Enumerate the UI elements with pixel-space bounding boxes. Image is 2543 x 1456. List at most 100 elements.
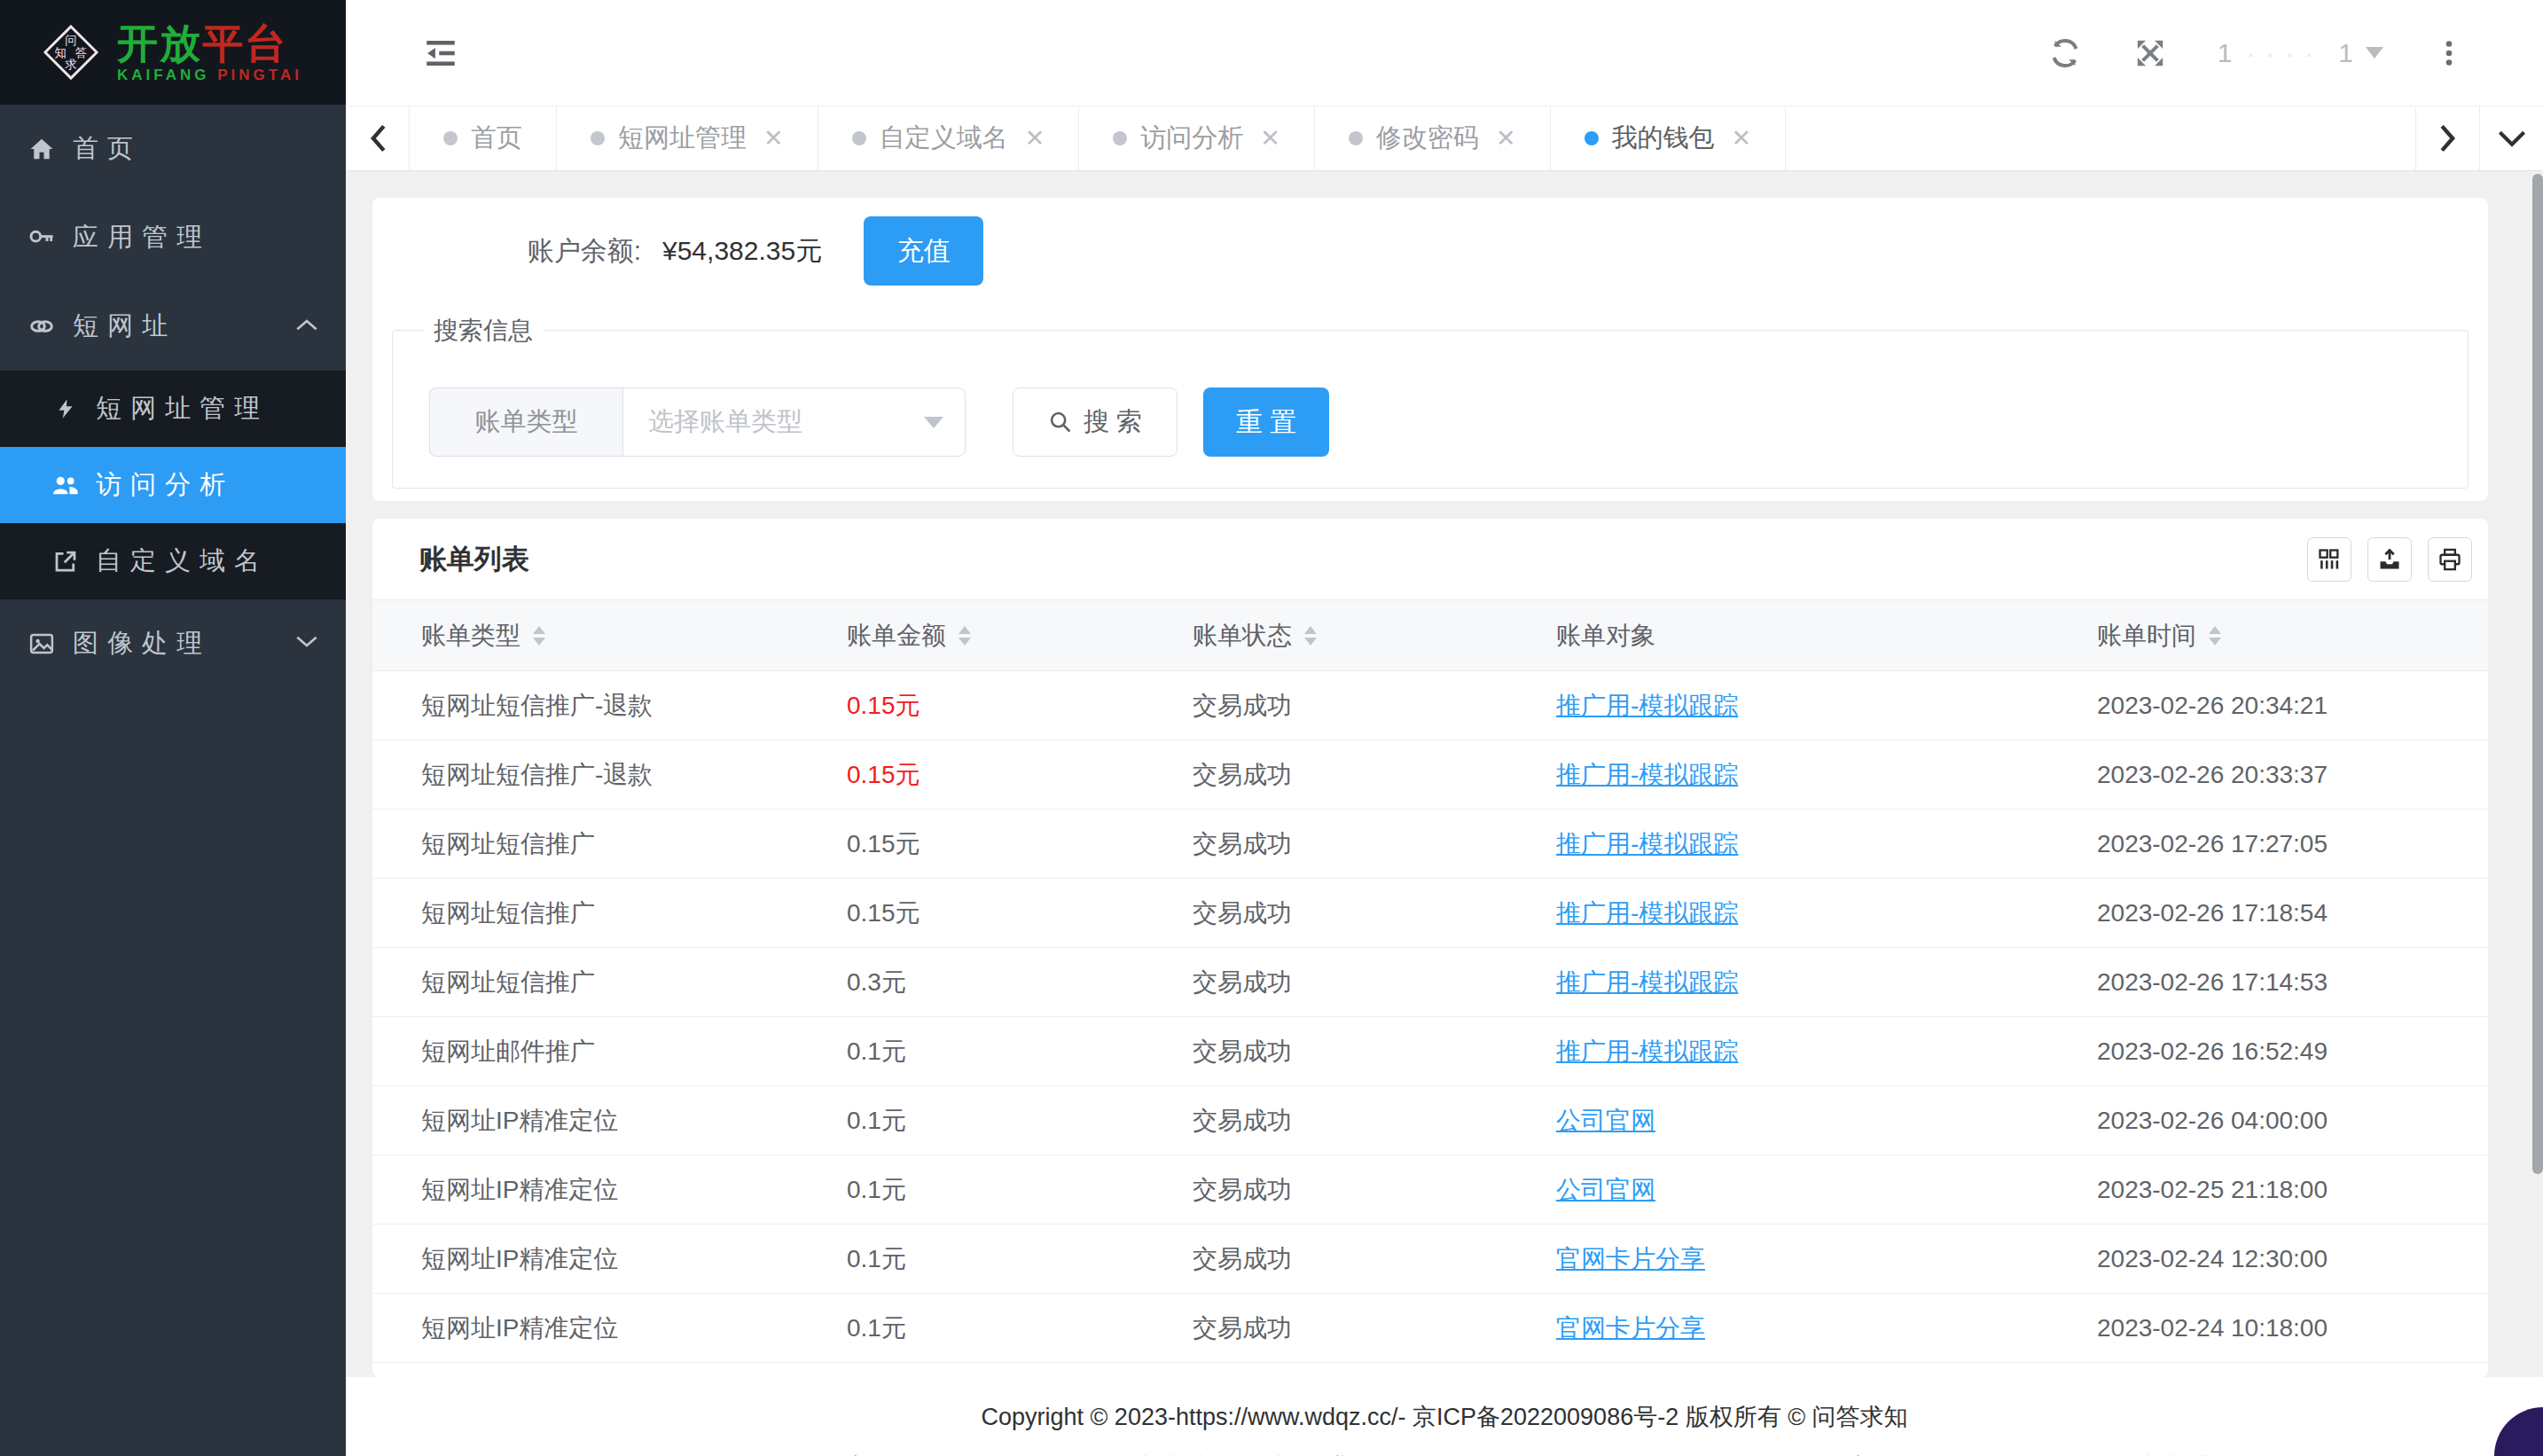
key-icon	[27, 223, 57, 252]
bill-object-link[interactable]: 推广用-模拟跟踪	[1556, 692, 1738, 719]
sort-carets-icon[interactable]	[1304, 626, 1317, 646]
column-header-3: 账单对象	[1507, 619, 2048, 653]
tab-status-dot	[591, 131, 605, 145]
table-body: 短网址短信推广-退款0.15元交易成功推广用-模拟跟踪2023-02-26 20…	[372, 671, 2488, 1363]
tab-status-dot	[1584, 131, 1599, 145]
cell-bill-status: 交易成功	[1144, 689, 1507, 723]
cell-bill-type: 短网址短信推广-退款	[372, 758, 798, 792]
search-button[interactable]: 搜 索	[1013, 387, 1178, 457]
bill-object-link[interactable]: 官网卡片分享	[1556, 1245, 1705, 1272]
cell-bill-amount: 0.3元	[798, 966, 1144, 999]
users-icon	[51, 472, 80, 498]
bill-list-card: 账单列表	[372, 519, 2488, 1377]
reset-button[interactable]: 重 置	[1203, 387, 1329, 457]
user-name-fragment: 1	[2338, 38, 2353, 68]
refresh-button[interactable]	[2047, 35, 2083, 71]
recharge-button[interactable]: 充值	[864, 216, 983, 286]
column-settings-button[interactable]	[2307, 537, 2351, 582]
table-row: 短网址短信推广0.15元交易成功推广用-模拟跟踪2023-02-26 17:27…	[372, 810, 2488, 879]
table-row: 短网址短信推广0.15元交易成功推广用-模拟跟踪2023-02-26 17:18…	[372, 879, 2488, 948]
sidebar-item-visit-analysis[interactable]: 访问分析	[0, 447, 346, 523]
bill-list-title: 账单列表	[419, 541, 2307, 578]
balance-value: ¥54,382.35元	[662, 233, 822, 270]
balance-card: 账户余额: ¥54,382.35元 充值 搜索信息 账单类型 选择账单类型	[372, 198, 2488, 501]
tabs-dropdown-button[interactable]	[2479, 106, 2543, 170]
cell-bill-status: 交易成功	[1144, 1104, 1507, 1138]
tab-自定义域名[interactable]: 自定义域名✕	[818, 106, 1080, 170]
user-name-mask: ····	[2246, 38, 2324, 68]
search-legend: 搜索信息	[423, 314, 544, 348]
fullscreen-icon	[2132, 35, 2168, 71]
svg-text:求: 求	[65, 58, 77, 71]
sort-carets-icon[interactable]	[2209, 626, 2221, 646]
bill-object-link[interactable]: 公司官网	[1556, 1176, 1655, 1203]
cell-bill-time: 2023-02-26 17:14:53	[2048, 968, 2488, 997]
tab-首页[interactable]: 首页	[410, 106, 557, 170]
sidebar-item-short-url[interactable]: 短网址	[0, 282, 346, 371]
print-button[interactable]	[2428, 537, 2472, 582]
bill-object-link[interactable]: 推广用-模拟跟踪	[1556, 761, 1738, 788]
kebab-menu-icon	[2433, 37, 2465, 69]
clipped-text-sliver: Copyright © 2023-https://www.wdqz.cc/- 京…	[381, 1451, 2208, 1456]
sidebar-item-app-management[interactable]: 应用管理	[0, 193, 346, 282]
cell-bill-time: 2023-02-25 21:18:00	[2048, 1176, 2488, 1204]
cell-bill-type: 短网址IP精准定位	[372, 1104, 798, 1138]
table-row: 短网址短信推广-退款0.15元交易成功推广用-模拟跟踪2023-02-26 20…	[372, 740, 2488, 810]
sort-carets-icon[interactable]	[533, 626, 545, 646]
cell-bill-amount: 0.1元	[798, 1104, 1144, 1138]
column-header-1: 账单金额	[798, 619, 1144, 653]
sidebar-menu: 首页应用管理短网址短网址管理访问分析自定义域名图像处理	[0, 105, 346, 1456]
tab-我的钱包[interactable]: 我的钱包✕	[1551, 106, 1787, 170]
table-row: 短网址短信推广0.3元交易成功 推广用-模拟跟踪 2023-02-26 17:14:…	[372, 948, 2488, 1017]
cell-bill-amount: 0.1元	[798, 1311, 1144, 1345]
table-row: 短网址IP精准定位0.1元交易成功官网卡片分享2023-02-24 12:30:…	[372, 1225, 2488, 1294]
tabs-scroll-right-button[interactable]	[2415, 106, 2479, 170]
column-header-0: 账单类型	[372, 619, 798, 653]
tab-close-icon[interactable]: ✕	[1732, 124, 1752, 153]
tabs-list: 首页短网址管理✕自定义域名✕访问分析✕修改密码✕我的钱包✕	[410, 106, 2415, 170]
chevron-down-icon	[2497, 129, 2527, 148]
cell-bill-amount: 0.15元	[798, 758, 1144, 792]
bill-object-link[interactable]: 推广用-模拟跟踪	[1556, 830, 1738, 857]
sidebar-item-custom-domain[interactable]: 自定义域名	[0, 523, 346, 599]
bill-object-link[interactable]: 推广用-模拟跟踪	[1556, 1037, 1738, 1065]
tab-status-dot	[1349, 131, 1363, 145]
bill-object-link[interactable]: 推广用-模拟跟踪	[1556, 968, 1738, 996]
cell-bill-time: 2023-02-26 20:34:21	[2048, 692, 2488, 720]
bill-object-link[interactable]: 推广用-模拟跟踪	[1556, 899, 1738, 927]
tab-修改密码[interactable]: 修改密码✕	[1315, 106, 1551, 170]
tabs-scroll-left-button[interactable]	[346, 106, 410, 170]
main-area: 1 ···· 1 首页短网址管理✕自定义域名✕访问分析✕修改密码✕我的钱包✕	[346, 0, 2543, 1456]
sidebar-item-short-url-management[interactable]: 短网址管理	[0, 371, 346, 447]
sidebar-item-image-processing[interactable]: 图像处理	[0, 599, 346, 688]
cell-bill-type: 短网址短信推广	[372, 966, 798, 999]
sidebar-collapse-button[interactable]	[422, 35, 459, 72]
sidebar-item-home[interactable]: 首页	[0, 105, 346, 193]
bill-object-link[interactable]: 公司官网	[1556, 1107, 1655, 1134]
bill-object-link[interactable]: 官网卡片分享	[1556, 1314, 1705, 1342]
sort-carets-icon[interactable]	[959, 626, 971, 646]
tab-close-icon[interactable]: ✕	[763, 124, 784, 153]
tab-访问分析[interactable]: 访问分析✕	[1079, 106, 1315, 170]
tabbar: 首页短网址管理✕自定义域名✕访问分析✕修改密码✕我的钱包✕	[346, 106, 2543, 171]
user-menu[interactable]: 1 ···· 1	[2218, 38, 2383, 68]
tab-close-icon[interactable]: ✕	[1025, 124, 1045, 153]
vertical-scrollbar[interactable]	[2532, 174, 2543, 1174]
bill-type-select[interactable]: 选择账单类型	[622, 387, 966, 457]
cell-bill-type: 短网址短信推广	[372, 827, 798, 861]
table-row: 短网址IP精准定位0.1元交易成功官网卡片分享2023-02-24 10:18:…	[372, 1294, 2488, 1363]
fullscreen-button[interactable]	[2132, 35, 2168, 71]
column-header-4: 账单时间	[2048, 619, 2488, 653]
tab-close-icon[interactable]: ✕	[1496, 124, 1516, 153]
cell-bill-amount: 0.15元	[798, 896, 1144, 930]
more-menu-button[interactable]	[2433, 37, 2465, 69]
tab-close-icon[interactable]: ✕	[1260, 124, 1280, 153]
cell-bill-time: 2023-02-26 17:18:54	[2048, 899, 2488, 928]
tab-短网址管理[interactable]: 短网址管理✕	[557, 106, 818, 170]
collapse-icon	[422, 35, 459, 72]
export-button[interactable]	[2367, 537, 2412, 582]
column-header-2: 账单状态	[1144, 619, 1507, 653]
cell-bill-status: 交易成功	[1144, 966, 1507, 999]
refresh-icon	[2047, 35, 2083, 71]
cell-bill-type: 短网址邮件推广	[372, 1035, 798, 1069]
